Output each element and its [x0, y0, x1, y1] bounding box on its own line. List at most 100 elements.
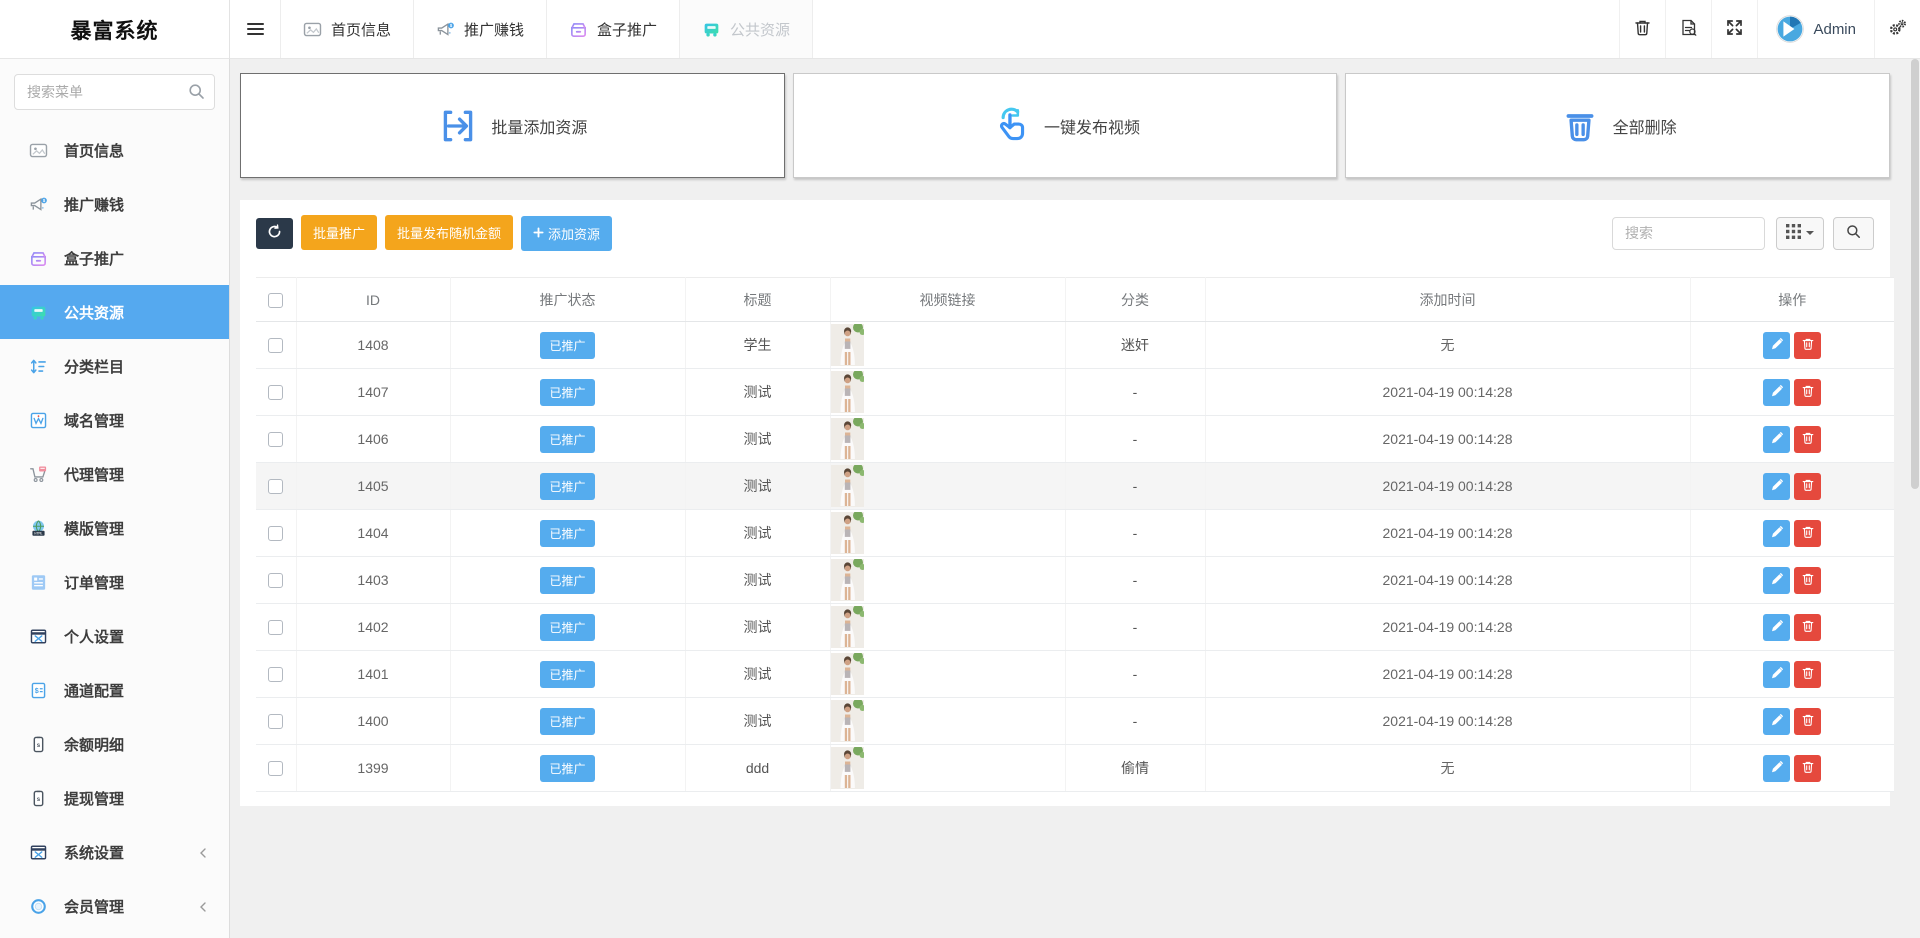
video-thumbnail[interactable]	[831, 559, 1065, 601]
status-badge[interactable]: 已推广	[540, 332, 594, 359]
table-search-input[interactable]	[1612, 217, 1765, 250]
action-cards: 批量添加资源一键发布视频全部删除	[240, 73, 1890, 178]
row-checkbox[interactable]	[268, 714, 283, 729]
edit-button[interactable]	[1763, 614, 1790, 641]
sidebar-toggle-button[interactable]	[230, 0, 280, 58]
sidebar-item-home-info[interactable]: 首页信息	[0, 123, 229, 177]
sidebar-item-balance-detail[interactable]: s余额明细	[0, 717, 229, 771]
status-badge[interactable]: 已推广	[540, 661, 594, 688]
agent-cart-icon	[29, 465, 48, 484]
sidebar-item-withdraw-manage[interactable]: s提现管理	[0, 771, 229, 825]
cell-id: 1403	[296, 557, 450, 604]
delete-button[interactable]	[1794, 379, 1821, 406]
delete-button[interactable]	[1794, 708, 1821, 735]
edit-button[interactable]	[1763, 426, 1790, 453]
sidebar-item-system-settings[interactable]: 系统设置	[0, 825, 229, 879]
sidebar-item-personal-settings[interactable]: 个人设置	[0, 609, 229, 663]
cell-status: 已推广	[450, 463, 685, 510]
row-checkbox[interactable]	[268, 761, 283, 776]
select-all-checkbox[interactable]	[268, 293, 283, 308]
delete-button[interactable]	[1794, 661, 1821, 688]
refresh-button[interactable]	[256, 218, 293, 249]
delete-button[interactable]	[1794, 473, 1821, 500]
sidebar-item-template-manage[interactable]: HTML模版管理	[0, 501, 229, 555]
edit-button[interactable]	[1763, 708, 1790, 735]
edit-button[interactable]	[1763, 567, 1790, 594]
edit-button[interactable]	[1763, 332, 1790, 359]
add-resource-button[interactable]: 添加资源	[521, 216, 612, 251]
sidebar-item-box-promote[interactable]: 盒子推广	[0, 231, 229, 285]
status-badge[interactable]: 已推广	[540, 614, 594, 641]
trash-button[interactable]	[1619, 0, 1665, 58]
sidebar-item-domain-manage[interactable]: 域名管理	[0, 393, 229, 447]
video-thumbnail[interactable]	[831, 606, 1065, 648]
status-badge[interactable]: 已推广	[540, 708, 594, 735]
video-thumbnail[interactable]	[831, 324, 1065, 366]
delete-button[interactable]	[1794, 567, 1821, 594]
sidebar-item-promote-earn[interactable]: $推广赚钱	[0, 177, 229, 231]
batch-promote-button[interactable]: 批量推广	[301, 215, 377, 250]
status-badge[interactable]: 已推广	[540, 426, 594, 453]
main-content: 批量添加资源一键发布视频全部删除 批量推广批量发布随机金额添加资源	[230, 59, 1910, 938]
tab-box-promote[interactable]: 盒子推广	[546, 0, 679, 58]
search-submit-button[interactable]	[1833, 217, 1874, 250]
video-thumbnail[interactable]	[831, 465, 1065, 507]
row-checkbox[interactable]	[268, 526, 283, 541]
clear-cache-button[interactable]	[1665, 0, 1711, 58]
top-tabs: 首页信息$推广赚钱盒子推广公共资源	[280, 0, 813, 58]
withdraw-icon: s	[29, 789, 48, 808]
channel-config-icon: $	[29, 681, 48, 700]
row-checkbox[interactable]	[268, 432, 283, 447]
sidebar-item-member-manage[interactable]: 会员管理	[0, 879, 229, 933]
edit-button[interactable]	[1763, 379, 1790, 406]
card-delete-all[interactable]: 全部删除	[1345, 73, 1890, 178]
video-thumbnail[interactable]	[831, 512, 1065, 554]
row-checkbox[interactable]	[268, 385, 283, 400]
edit-button[interactable]	[1763, 661, 1790, 688]
sidebar-item-public-resource[interactable]: 公共资源	[0, 285, 229, 339]
cell-video	[830, 463, 1065, 510]
video-thumbnail[interactable]	[831, 747, 1065, 789]
delete-button[interactable]	[1794, 520, 1821, 547]
video-thumbnail[interactable]	[831, 418, 1065, 460]
columns-dropdown-button[interactable]	[1776, 217, 1824, 250]
tab-public-resource[interactable]: 公共资源	[679, 0, 813, 58]
settings-button[interactable]	[1874, 0, 1920, 58]
status-badge[interactable]: 已推广	[540, 473, 594, 500]
status-badge[interactable]: 已推广	[540, 567, 594, 594]
row-checkbox[interactable]	[268, 338, 283, 353]
hamburger-icon	[247, 20, 264, 38]
edit-button[interactable]	[1763, 520, 1790, 547]
card-one-click-publish[interactable]: 一键发布视频	[793, 73, 1338, 178]
delete-button[interactable]	[1794, 426, 1821, 453]
batch-publish-random-amount-button[interactable]: 批量发布随机金额	[385, 215, 513, 250]
row-checkbox[interactable]	[268, 620, 283, 635]
video-thumbnail[interactable]	[831, 371, 1065, 413]
card-batch-add-resource[interactable]: 批量添加资源	[240, 73, 785, 178]
edit-button[interactable]	[1763, 473, 1790, 500]
delete-button[interactable]	[1794, 614, 1821, 641]
status-badge[interactable]: 已推广	[540, 520, 594, 547]
video-thumbnail[interactable]	[831, 700, 1065, 742]
row-checkbox[interactable]	[268, 573, 283, 588]
row-checkbox[interactable]	[268, 479, 283, 494]
user-menu[interactable]: Admin	[1757, 0, 1874, 58]
gears-icon	[1888, 18, 1907, 40]
sidebar-item-category-columns[interactable]: 分类栏目	[0, 339, 229, 393]
sidebar-item-channel-config[interactable]: $通道配置	[0, 663, 229, 717]
delete-button[interactable]	[1794, 332, 1821, 359]
tab-promote-earn[interactable]: $推广赚钱	[413, 0, 546, 58]
status-badge[interactable]: 已推广	[540, 379, 594, 406]
sidebar-item-order-manage[interactable]: 订单管理	[0, 555, 229, 609]
tab-home-info[interactable]: 首页信息	[280, 0, 413, 58]
row-checkbox[interactable]	[268, 667, 283, 682]
edit-button[interactable]	[1763, 755, 1790, 782]
fullscreen-button[interactable]	[1711, 0, 1757, 58]
status-badge[interactable]: 已推广	[540, 755, 594, 782]
select-all-cell	[256, 278, 296, 322]
sidebar-search-input[interactable]	[14, 74, 215, 110]
scrollbar-thumb[interactable]	[1911, 59, 1919, 489]
delete-button[interactable]	[1794, 755, 1821, 782]
sidebar-item-agent-manage[interactable]: 代理管理	[0, 447, 229, 501]
video-thumbnail[interactable]	[831, 653, 1065, 695]
